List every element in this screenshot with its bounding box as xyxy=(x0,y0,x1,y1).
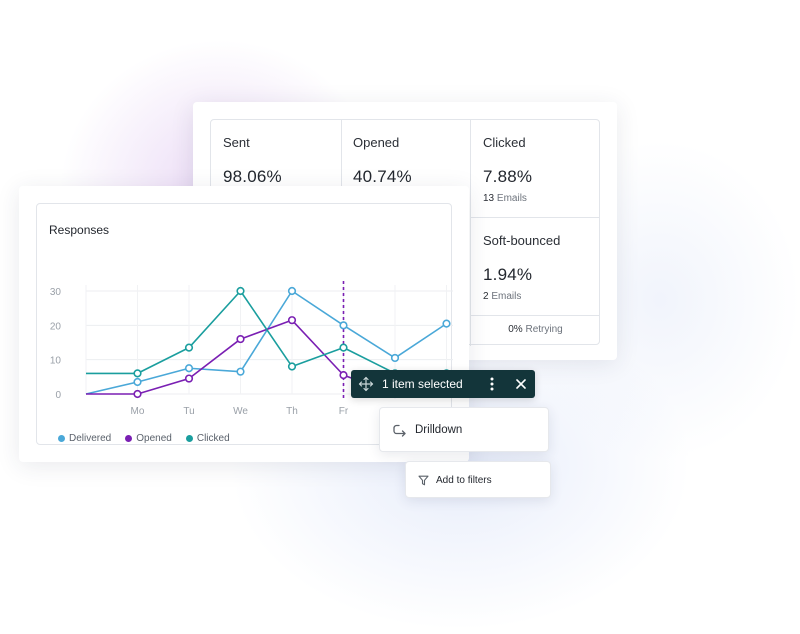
move-icon[interactable] xyxy=(358,376,374,392)
y-tick-label: 10 xyxy=(50,356,62,367)
legend-swatch xyxy=(58,435,65,442)
data-point-opened xyxy=(133,389,142,399)
data-point-delivered xyxy=(133,377,142,387)
data-point-clicked xyxy=(287,362,297,371)
stat-value: 98.06% xyxy=(223,167,282,186)
data-point-delivered xyxy=(339,321,348,330)
data-point-opened xyxy=(184,374,194,383)
stat-label: Clicked xyxy=(483,135,526,150)
legend-item-opened[interactable]: Opened xyxy=(125,433,172,444)
drilldown-button[interactable]: Drilldown xyxy=(379,407,549,452)
add-to-filters-label: Add to filters xyxy=(436,475,492,486)
stat-value: 7.88% xyxy=(483,167,533,186)
x-tick-label: Tu xyxy=(183,406,194,417)
filter-icon xyxy=(418,475,429,486)
legend-label: Clicked xyxy=(196,433,230,444)
legend-swatch xyxy=(125,435,133,442)
x-tick-label: Fr xyxy=(339,406,349,417)
stat-sub: 13 Emails xyxy=(483,193,527,204)
stat-label: Opened xyxy=(353,135,400,150)
y-tick-label: 30 xyxy=(50,287,62,298)
data-point-clicked xyxy=(133,369,142,378)
stat-label: Sent xyxy=(223,135,250,150)
stat-count: 13 xyxy=(483,193,495,204)
retrying-status: 0% Retrying xyxy=(471,316,600,344)
legend-label: Delivered xyxy=(69,433,112,444)
y-tick-label: 20 xyxy=(50,321,62,332)
stat-soft-bounced[interactable]: Soft-bounced 1.94% 2 Emails xyxy=(471,218,601,316)
drilldown-label: Drilldown xyxy=(415,424,463,436)
data-point-delivered xyxy=(287,286,297,296)
selection-count-text: 1 item selected xyxy=(382,377,463,391)
data-point-clicked xyxy=(339,343,348,352)
legend-item-delivered[interactable]: Delivered xyxy=(58,433,111,444)
stat-value: 1.94% xyxy=(483,265,533,284)
drilldown-icon xyxy=(393,424,406,437)
x-tick-label: Th xyxy=(286,406,298,417)
x-tick-label: Mo xyxy=(131,406,145,417)
retrying-percent: 0% xyxy=(508,324,523,335)
stat-count: 2 xyxy=(483,291,489,302)
close-icon[interactable] xyxy=(514,377,528,391)
data-point-clicked xyxy=(236,286,245,296)
stat-unit: Emails xyxy=(491,291,522,302)
chart-legend: Delivered Opened Clicked xyxy=(58,433,230,444)
data-point-delivered xyxy=(236,367,245,376)
more-options-icon[interactable] xyxy=(487,375,497,393)
data-point-opened xyxy=(236,334,245,344)
legend-swatch xyxy=(185,435,193,442)
legend-label: Opened xyxy=(136,433,172,444)
data-point-delivered xyxy=(184,364,194,373)
retrying-label: Retrying xyxy=(525,324,563,335)
x-tick-label: We xyxy=(233,406,248,417)
stat-value: 40.74% xyxy=(353,167,412,186)
stat-sub: 2 Emails xyxy=(483,291,521,302)
stat-clicked[interactable]: Clicked 7.88% 13 Emails xyxy=(471,120,601,218)
selection-toolbar: 1 item selected xyxy=(351,370,535,398)
legend-item-clicked[interactable]: Clicked xyxy=(185,433,230,444)
data-point-delivered xyxy=(390,353,400,363)
add-to-filters-button[interactable]: Add to filters xyxy=(405,461,551,498)
data-point-clicked xyxy=(184,343,194,352)
data-point-delivered xyxy=(442,319,451,328)
data-point-opened xyxy=(339,371,348,380)
stat-label: Soft-bounced xyxy=(483,233,561,248)
y-tick-label: 0 xyxy=(55,390,61,401)
stat-unit: Emails xyxy=(496,193,527,204)
data-point-opened xyxy=(287,316,297,325)
